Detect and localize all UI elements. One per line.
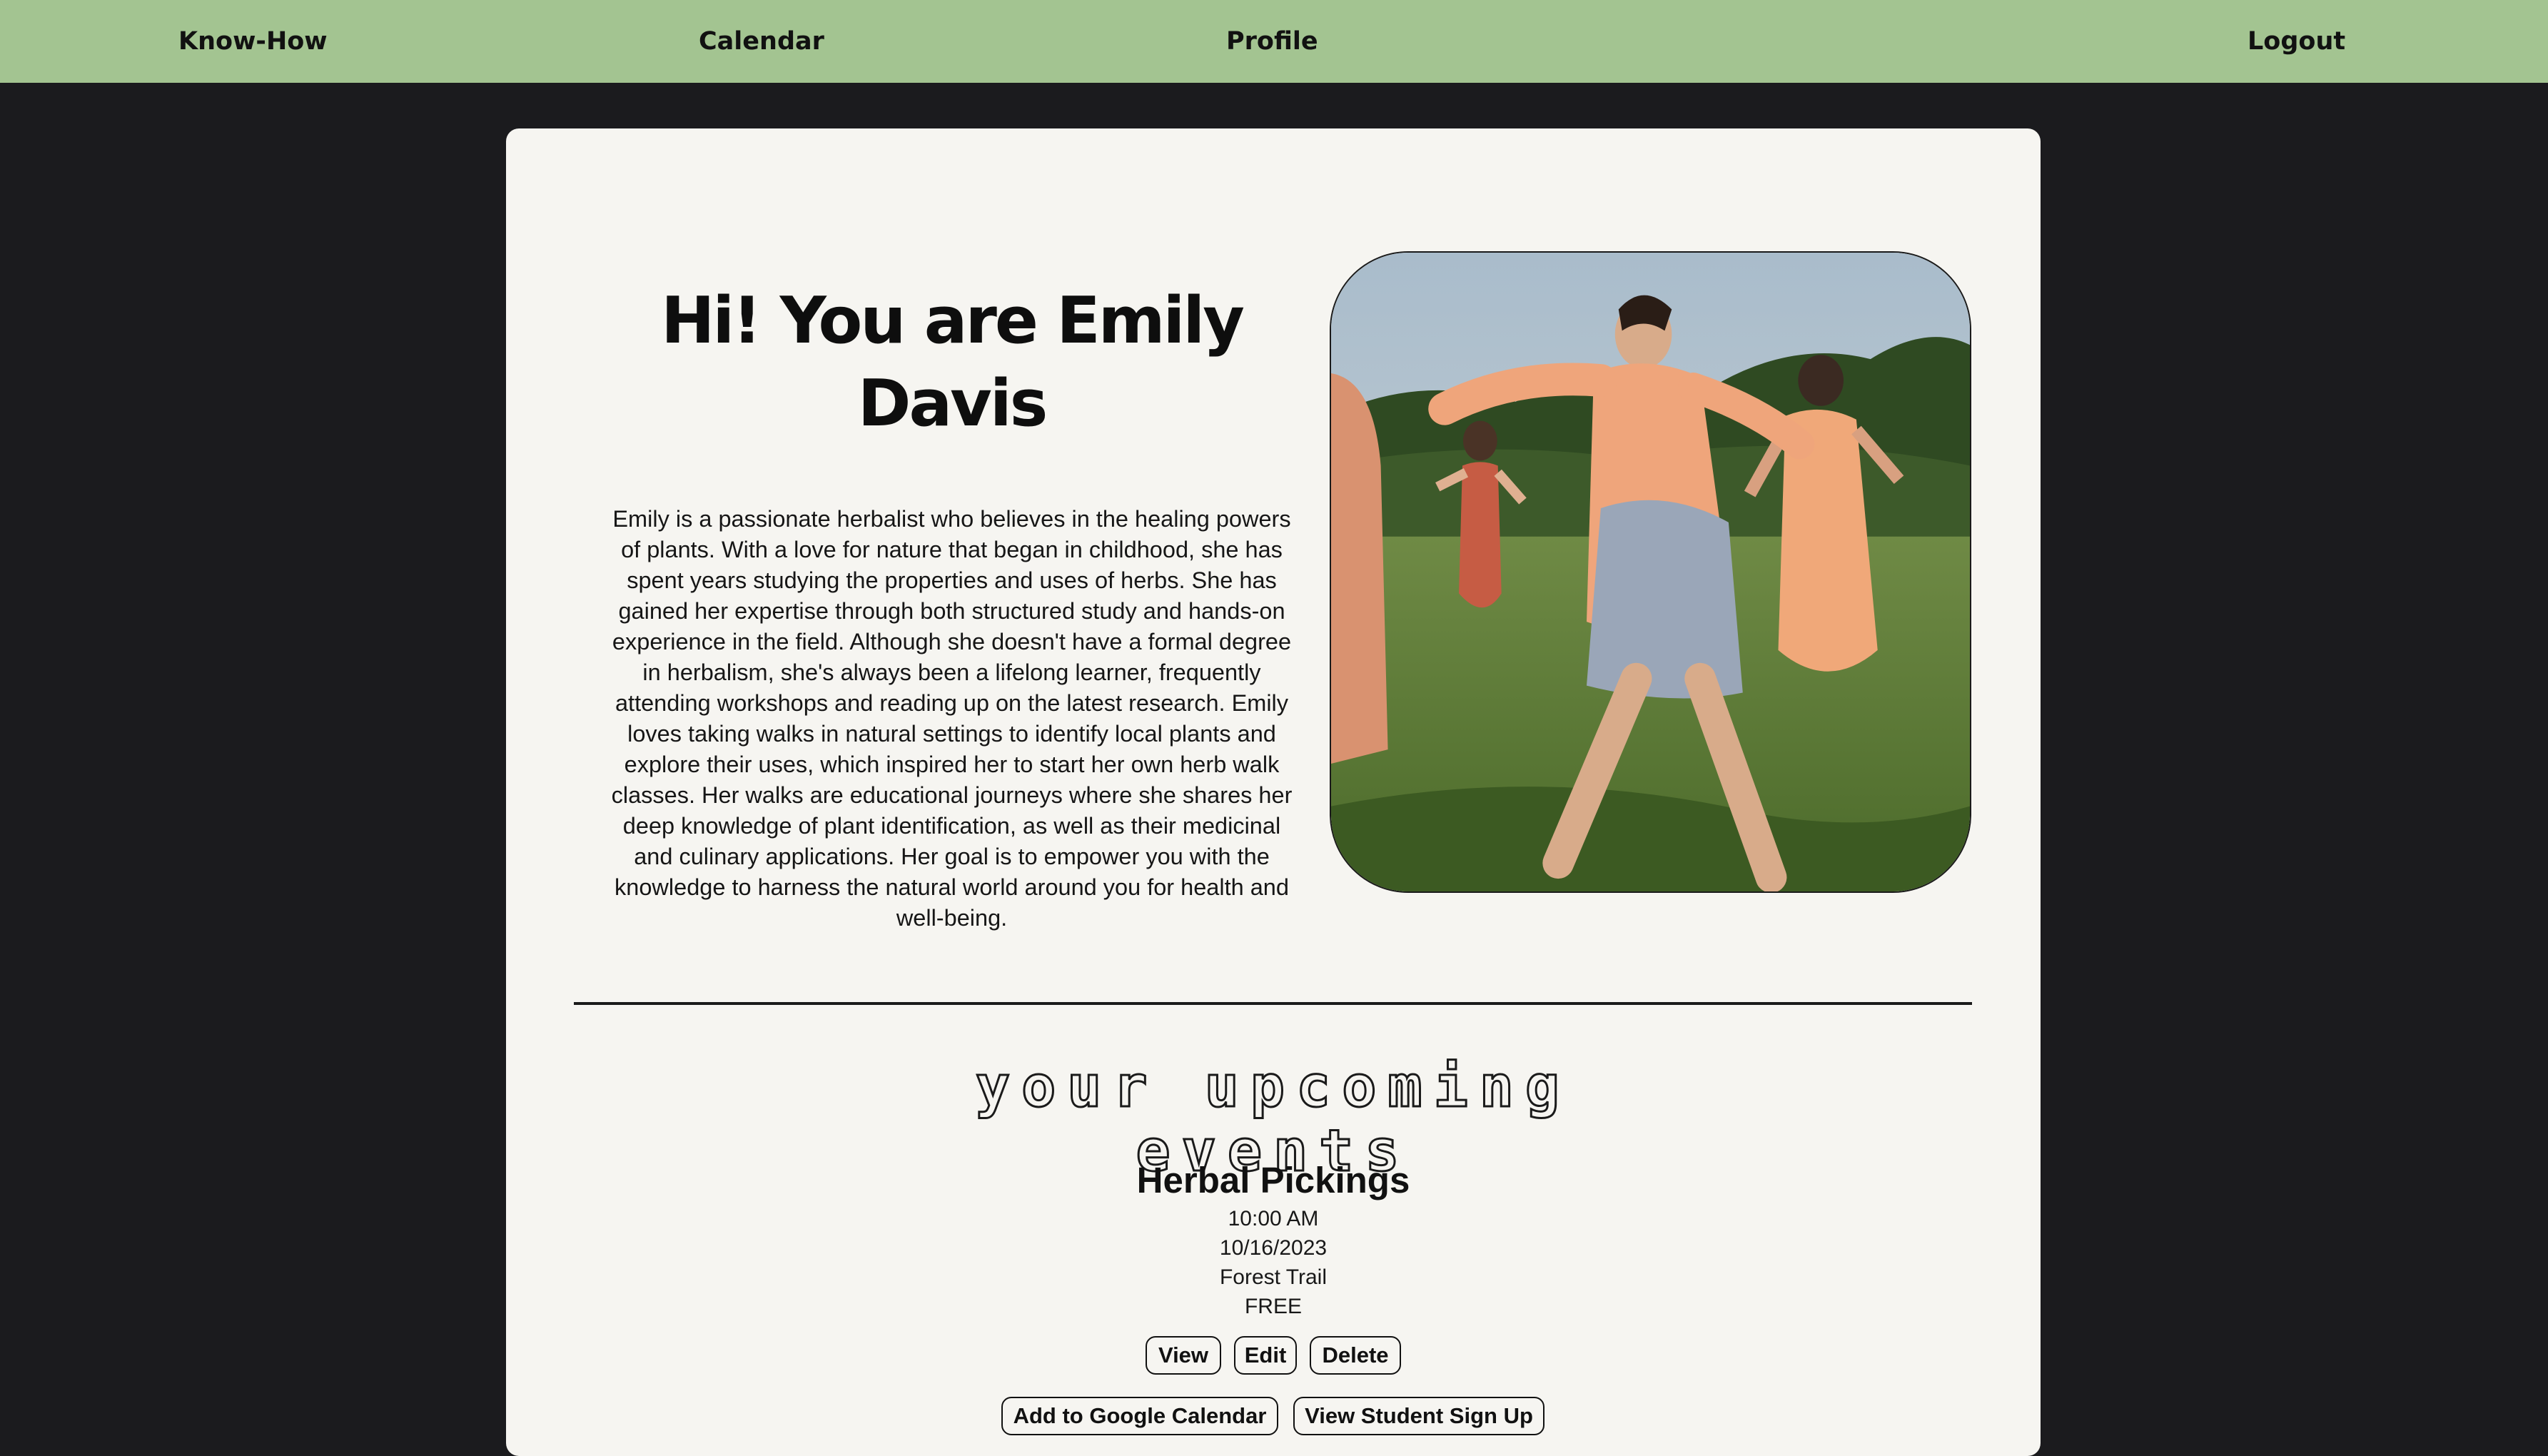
profile-greeting: Hi! You are Emily Davis — [661, 283, 1245, 441]
profile-photo — [1330, 251, 1971, 893]
nav-link-know-how[interactable]: Know-How — [178, 24, 328, 59]
event-date: 10/16/2023 — [1219, 1236, 1328, 1260]
view-event-button[interactable]: View — [1146, 1336, 1221, 1375]
upcoming-events-heading: your upcoming events — [974, 1053, 1572, 1184]
nav-link-logout[interactable]: Logout — [2248, 24, 2345, 59]
event-price: FREE — [1244, 1295, 1302, 1318]
add-to-google-calendar-button[interactable]: Add to Google Calendar — [1001, 1397, 1278, 1435]
event-name: Herbal Pickings — [1136, 1160, 1410, 1200]
event-time: 10:00 AM — [1228, 1207, 1319, 1230]
section-divider — [574, 1002, 1972, 1005]
delete-event-button[interactable]: Delete — [1310, 1336, 1401, 1375]
profile-bio: Emily is a passionate herbalist who beli… — [611, 506, 1293, 931]
profile-photo-image — [1331, 253, 1970, 891]
top-nav: Know-How Calendar Profile Logout — [0, 0, 2548, 83]
nav-link-calendar[interactable]: Calendar — [699, 24, 824, 59]
nav-link-profile[interactable]: Profile — [1226, 24, 1318, 59]
edit-event-button[interactable]: Edit — [1234, 1336, 1297, 1375]
view-student-signup-button[interactable]: View Student Sign Up — [1293, 1397, 1545, 1435]
event-location: Forest Trail — [1219, 1265, 1328, 1289]
